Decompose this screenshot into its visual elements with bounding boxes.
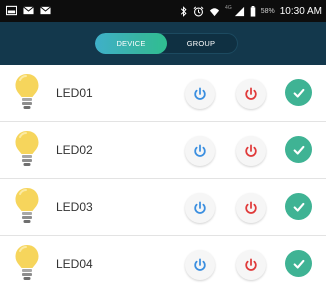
- status-bar: 4G 58% 10:30 AM: [0, 0, 326, 22]
- network-type: 4G: [225, 5, 232, 11]
- select-checkbox[interactable]: [285, 250, 312, 277]
- lightbulb-icon: [15, 131, 39, 166]
- tab-group-label: GROUP: [186, 39, 216, 48]
- device-name: LED01: [56, 86, 93, 100]
- power-icon: [245, 201, 257, 214]
- device-row[interactable]: LED01: [0, 65, 326, 122]
- power-icon: [194, 87, 206, 100]
- device-row[interactable]: LED04: [0, 236, 326, 292]
- select-checkbox[interactable]: [285, 193, 312, 220]
- power-icon: [245, 258, 257, 271]
- device-row[interactable]: LED02: [0, 122, 326, 179]
- battery-percent: 58%: [260, 7, 275, 15]
- mail-icon: [23, 6, 34, 15]
- power-icon: [245, 87, 257, 100]
- lightbulb-icon: [15, 74, 39, 109]
- image-icon: [6, 5, 17, 16]
- tab-group[interactable]: GROUP: [171, 33, 231, 54]
- tab-device[interactable]: DEVICE: [95, 33, 167, 54]
- tab-device-label: DEVICE: [116, 39, 146, 48]
- signal-icon: [234, 6, 244, 16]
- power-off-button[interactable]: [236, 79, 266, 109]
- checkmark-icon: [293, 202, 304, 212]
- checkmark-icon: [293, 88, 304, 98]
- power-icon: [194, 258, 206, 271]
- header: DEVICE GROUP: [0, 22, 326, 65]
- select-checkbox[interactable]: [285, 136, 312, 163]
- mail-icon: [40, 6, 51, 15]
- tab-switch: DEVICE GROUP: [95, 33, 238, 54]
- power-on-button[interactable]: [185, 79, 215, 109]
- device-name: LED03: [56, 200, 93, 214]
- power-off-button[interactable]: [236, 136, 266, 166]
- device-name: LED02: [56, 143, 93, 157]
- wifi-icon: [209, 7, 220, 16]
- power-icon: [194, 144, 206, 157]
- power-icon: [245, 144, 257, 157]
- power-icon: [194, 201, 206, 214]
- power-off-button[interactable]: [236, 250, 266, 280]
- power-on-button[interactable]: [185, 250, 215, 280]
- bluetooth-icon: [180, 5, 187, 17]
- alarm-icon: [193, 6, 204, 16]
- select-checkbox[interactable]: [285, 79, 312, 106]
- power-on-button[interactable]: [185, 193, 215, 223]
- checkmark-icon: [293, 145, 304, 155]
- notification-icons: [6, 5, 51, 16]
- power-off-button[interactable]: [236, 193, 266, 223]
- device-name: LED04: [56, 257, 93, 271]
- lightbulb-icon: [15, 245, 39, 280]
- power-on-button[interactable]: [185, 136, 215, 166]
- status-right: 4G 58% 10:30 AM: [180, 0, 322, 22]
- device-list: LED01 LED02 LED03 LED04: [0, 65, 326, 292]
- checkmark-icon: [293, 259, 304, 269]
- lightbulb-icon: [15, 188, 39, 223]
- device-row[interactable]: LED03: [0, 179, 326, 236]
- battery-icon: [250, 5, 256, 17]
- clock-time: 10:30 AM: [279, 5, 322, 17]
